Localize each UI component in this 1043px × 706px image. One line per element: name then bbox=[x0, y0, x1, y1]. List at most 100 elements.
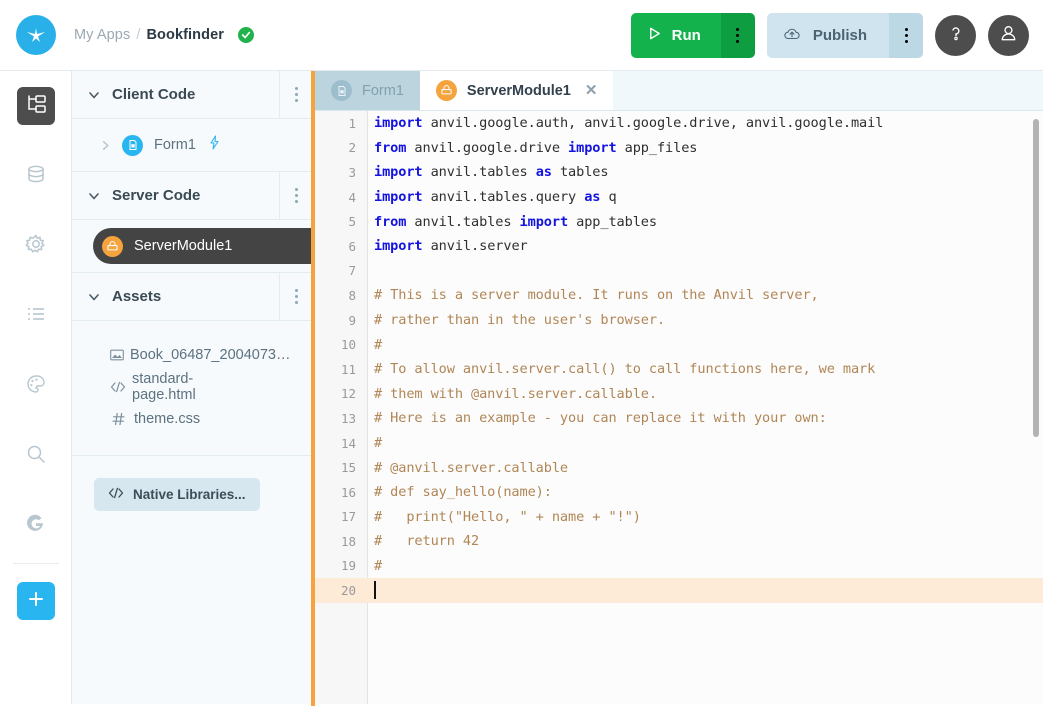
code-line-text: # bbox=[368, 435, 382, 451]
native-libraries-label: Native Libraries... bbox=[133, 487, 246, 502]
line-number: 16 bbox=[315, 485, 368, 500]
code-line[interactable]: 6import anvil.server bbox=[315, 234, 1043, 259]
code-line[interactable]: 12# them with @anvil.server.callable. bbox=[315, 382, 1043, 407]
play-triangle-icon bbox=[647, 26, 662, 45]
line-number: 11 bbox=[315, 362, 368, 377]
breadcrumb-my-apps[interactable]: My Apps bbox=[74, 27, 130, 43]
rail-item-theme[interactable] bbox=[0, 351, 72, 421]
tree-section-label: Assets bbox=[112, 288, 161, 305]
breadcrumb: My Apps / Bookfinder bbox=[74, 27, 254, 43]
code-line[interactable]: 16# def say_hello(name): bbox=[315, 480, 1043, 505]
image-file-icon bbox=[110, 349, 124, 361]
asset-item-css[interactable]: theme.css bbox=[72, 403, 313, 435]
tree-section-client-code[interactable]: Client Code bbox=[72, 71, 313, 119]
publish-button[interactable]: Publish bbox=[767, 13, 889, 58]
tree-item-servermodule1[interactable]: ServerModule1 bbox=[93, 228, 313, 264]
code-line-text: import anvil.server bbox=[368, 238, 528, 254]
line-number: 19 bbox=[315, 558, 368, 573]
line-number: 3 bbox=[315, 165, 368, 180]
run-options-button[interactable] bbox=[721, 13, 755, 58]
code-line[interactable]: 18# return 42 bbox=[315, 529, 1043, 554]
tree-section-assets[interactable]: Assets bbox=[72, 273, 313, 321]
code-line-text: # bbox=[368, 558, 382, 574]
icon-rail bbox=[0, 71, 72, 706]
rail-item-search[interactable] bbox=[0, 421, 72, 491]
kebab-menu-icon bbox=[295, 87, 298, 102]
code-line[interactable]: 15# @anvil.server.callable bbox=[315, 455, 1043, 480]
top-bar-actions: Run Publish bbox=[631, 13, 1029, 58]
anvil-logo-icon[interactable] bbox=[16, 15, 56, 55]
code-file-icon bbox=[110, 381, 126, 393]
user-avatar-icon bbox=[998, 23, 1019, 49]
tree-section-server-code[interactable]: Server Code bbox=[72, 172, 313, 220]
code-line[interactable]: 14# bbox=[315, 431, 1043, 456]
lightning-bolt-icon[interactable] bbox=[208, 135, 221, 155]
code-line[interactable]: 5from anvil.tables import app_tables bbox=[315, 209, 1043, 234]
code-line[interactable]: 7 bbox=[315, 259, 1043, 284]
publish-options-button[interactable] bbox=[889, 13, 923, 58]
code-line[interactable]: 1import anvil.google.auth, anvil.google.… bbox=[315, 111, 1043, 136]
tab-form1[interactable]: Form1 bbox=[315, 71, 420, 110]
publish-button-label: Publish bbox=[813, 27, 867, 44]
panel-divider bbox=[311, 71, 315, 706]
anvil-ide-window: My Apps / Bookfinder Run bbox=[0, 0, 1043, 706]
tab-servermodule1[interactable]: ServerModule1 ✕ bbox=[420, 71, 614, 110]
help-button[interactable] bbox=[935, 15, 976, 56]
code-line[interactable]: 3import anvil.tables as tables bbox=[315, 160, 1043, 185]
line-number: 9 bbox=[315, 313, 368, 328]
close-x-icon[interactable]: ✕ bbox=[585, 83, 598, 98]
line-number: 13 bbox=[315, 411, 368, 426]
line-number: 15 bbox=[315, 460, 368, 475]
code-line-text: from anvil.google.drive import app_files bbox=[368, 140, 697, 156]
tree-section-label: Server Code bbox=[112, 187, 200, 204]
code-line[interactable]: 9# rather than in the user's browser. bbox=[315, 308, 1043, 333]
vertical-scrollbar[interactable] bbox=[1033, 119, 1039, 437]
line-number: 18 bbox=[315, 534, 368, 549]
code-line[interactable]: 19# bbox=[315, 554, 1043, 579]
code-line[interactable]: 20 bbox=[315, 578, 1043, 603]
rail-item-settings[interactable] bbox=[0, 211, 72, 281]
code-line[interactable]: 10# bbox=[315, 332, 1043, 357]
code-line-text: # them with @anvil.server.callable. bbox=[368, 386, 657, 402]
code-line[interactable]: 13# Here is an example - you can replace… bbox=[315, 406, 1043, 431]
server-module-icon bbox=[436, 80, 457, 101]
tree-item-form1[interactable]: Form1 bbox=[72, 119, 313, 171]
gear-icon bbox=[25, 233, 47, 260]
tree-section-menu-button[interactable] bbox=[279, 172, 313, 219]
native-libraries-button[interactable]: Native Libraries... bbox=[94, 478, 260, 511]
code-line-text: # print("Hello, " + name + "!") bbox=[368, 509, 641, 525]
code-line[interactable]: 4import anvil.tables.query as q bbox=[315, 185, 1043, 210]
code-line[interactable]: 11# To allow anvil.server.call() to call… bbox=[315, 357, 1043, 382]
rail-item-file-tree[interactable] bbox=[0, 71, 72, 141]
top-bar: My Apps / Bookfinder Run bbox=[0, 0, 1043, 71]
asset-item-label: theme.css bbox=[134, 411, 200, 427]
account-button[interactable] bbox=[988, 15, 1029, 56]
asset-item-image[interactable]: Book_06487_2004073… bbox=[72, 339, 313, 371]
code-text-area[interactable]: 1import anvil.google.auth, anvil.google.… bbox=[315, 111, 1043, 706]
tree-section-menu-button[interactable] bbox=[279, 71, 313, 118]
database-icon bbox=[25, 163, 47, 190]
editor-tab-bar: Form1 ServerModule1 ✕ bbox=[315, 71, 1043, 111]
asset-item-html[interactable]: standard-page.html bbox=[72, 371, 313, 403]
chevron-right-icon[interactable] bbox=[100, 140, 122, 151]
run-button-label: Run bbox=[672, 27, 701, 44]
breadcrumb-separator: / bbox=[136, 27, 140, 43]
breadcrumb-app-name[interactable]: Bookfinder bbox=[146, 27, 224, 43]
chevron-down-icon bbox=[86, 89, 102, 101]
rail-item-data-tables[interactable] bbox=[0, 141, 72, 211]
rail-item-list[interactable] bbox=[0, 281, 72, 351]
file-tree-panel: Client Code Form1 bbox=[72, 71, 313, 706]
rail-item-google-services[interactable] bbox=[0, 491, 72, 561]
code-line[interactable]: 2from anvil.google.drive import app_file… bbox=[315, 136, 1043, 161]
tree-item-label: Form1 bbox=[154, 137, 196, 153]
line-number: 10 bbox=[315, 337, 368, 352]
code-line-text: # Here is an example - you can replace i… bbox=[368, 410, 827, 426]
code-line[interactable]: 17# print("Hello, " + name + "!") bbox=[315, 505, 1043, 530]
tree-section-menu-button[interactable] bbox=[279, 273, 313, 320]
code-line[interactable]: 8# This is a server module. It runs on t… bbox=[315, 283, 1043, 308]
rail-item-add[interactable] bbox=[0, 566, 72, 636]
run-button[interactable]: Run bbox=[631, 13, 721, 58]
asset-rows: Book_06487_2004073… standard-page.html t… bbox=[72, 321, 313, 456]
code-line-text: import anvil.tables as tables bbox=[368, 164, 608, 180]
tree-section-label: Client Code bbox=[112, 86, 195, 103]
